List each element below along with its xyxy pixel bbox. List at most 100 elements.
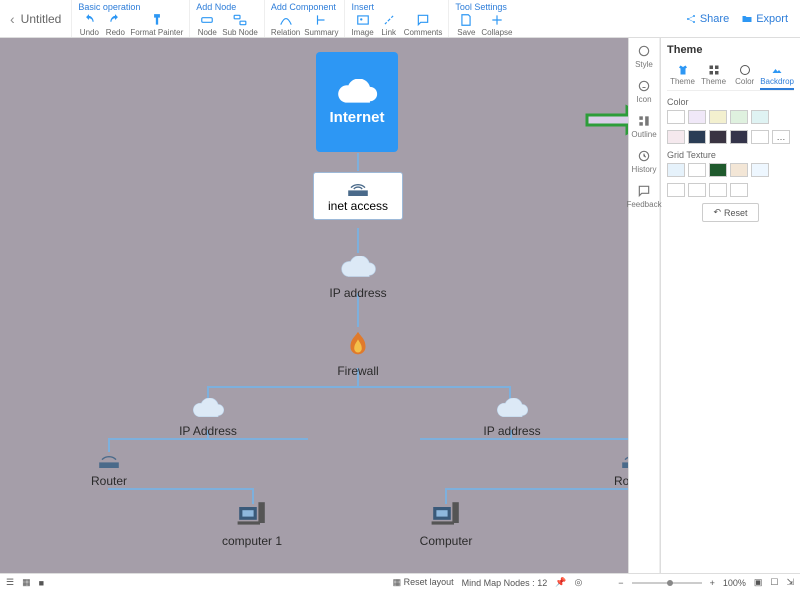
share-icon [685,13,697,25]
color-swatch[interactable] [688,130,706,144]
group-basic-label: Basic operation [78,2,183,12]
color-swatch[interactable] [667,130,685,144]
tab-color[interactable]: Color [729,62,760,90]
link-button[interactable]: Link [378,13,400,37]
color-swatch[interactable] [730,110,748,124]
node-button[interactable]: Node [196,13,218,37]
shirt-icon [677,64,689,76]
node-router-left[interactable]: Router [91,474,127,488]
color-swatch[interactable] [667,110,685,124]
image-button[interactable]: Image [351,13,373,37]
color-swatch[interactable] [730,130,748,144]
subnode-icon [233,13,247,27]
undo-button[interactable]: Undo [78,13,100,37]
outline-icon [637,114,651,128]
texture-row-1 [667,163,794,177]
fit-icon[interactable]: ▣ [754,577,763,588]
style-icon [637,44,651,58]
color-swatch[interactable] [751,110,769,124]
cloud-icon [190,398,226,422]
folder-icon [741,13,753,25]
minitab-outline[interactable]: Outline [631,114,656,139]
tab-theme-layout[interactable]: Theme [698,62,729,90]
save-icon [459,13,473,27]
texture-swatch[interactable] [709,183,727,197]
menu-icon[interactable]: ☰ [6,577,14,588]
link-icon [382,13,396,27]
export-button[interactable]: Export [741,13,788,25]
group-tool-settings: Tool Settings Save Collapse [448,0,518,37]
texture-swatch[interactable] [709,163,727,177]
nodes-count: Mind Map Nodes : 12 [462,578,548,588]
texture-swatch[interactable] [667,163,685,177]
reset-layout-button[interactable]: ▦ Reset layout [393,577,454,588]
minitab-style[interactable]: Style [635,44,653,69]
zoom-in-button[interactable]: + [710,578,715,588]
relation-button[interactable]: Relation [271,13,300,37]
expand-icon[interactable]: ⇲ [786,577,794,588]
redo-icon [108,13,122,27]
tab-theme-style[interactable]: Theme [667,62,698,90]
summary-button[interactable]: Summary [304,13,338,37]
router-icon [95,450,123,472]
texture-swatch[interactable] [667,183,685,197]
app-icon[interactable]: ■ [39,578,44,588]
format-painter-button[interactable]: Format Painter [130,13,183,37]
group-basic: Basic operation Undo Redo Format Painter [71,0,189,37]
node-internet[interactable]: Internet [316,52,398,152]
color-swatch[interactable] [709,110,727,124]
grid-icon[interactable]: ▦ [22,577,31,588]
computer-icon [430,500,462,530]
texture-swatch[interactable] [730,163,748,177]
redo-button[interactable]: Redo [104,13,126,37]
pin-icon[interactable]: 📌 [555,577,566,588]
tab-backdrop[interactable]: Backdrop [760,62,794,90]
color-swatches-row-1 [667,110,794,124]
group-add-node: Add Node Node Sub Node [189,0,264,37]
texture-row-2 [667,183,794,197]
palette-icon [739,64,751,76]
collapse-button[interactable]: Collapse [481,13,512,37]
node-computer-2[interactable]: Computer [420,534,473,548]
image-icon [356,13,370,27]
collapse-icon [490,13,504,27]
node-ip-address-1[interactable]: IP address [329,286,386,300]
comments-button[interactable]: Comments [404,13,443,37]
more-colors-button[interactable]: … [772,130,790,144]
firewall-icon [343,330,373,360]
minitab-feedback[interactable]: Feedback [626,184,661,209]
node-inet-access[interactable]: inet access [313,172,403,220]
feedback-icon [637,184,651,198]
node-computer-1[interactable]: computer 1 [222,534,282,548]
texture-swatch[interactable] [688,163,706,177]
group-tool-label: Tool Settings [455,2,512,12]
texture-swatch[interactable] [730,183,748,197]
color-section-label: Color [667,97,794,107]
minitab-history[interactable]: History [632,149,657,174]
target-icon[interactable]: ◎ [574,577,582,588]
share-button[interactable]: Share [685,13,729,25]
texture-swatch[interactable] [688,183,706,197]
smile-icon [637,79,651,93]
node-firewall[interactable]: Firewall [337,364,378,378]
backdrop-icon [771,64,783,76]
brush-icon [150,13,164,27]
color-swatch[interactable] [688,110,706,124]
back-icon[interactable]: ‹ [10,11,15,27]
fullscreen-icon[interactable]: ☐ [770,577,778,588]
minitab-icon[interactable]: Icon [636,79,651,104]
canvas[interactable]: Internet inet access IP address Firewall… [0,38,660,573]
color-swatch[interactable] [751,130,769,144]
save-button[interactable]: Save [455,13,477,37]
zoom-slider[interactable] [632,582,702,584]
zoom-out-button[interactable]: − [618,578,623,588]
node-icon [200,13,214,27]
node-ip-right[interactable]: IP address [483,424,540,438]
color-swatch[interactable] [709,130,727,144]
relation-icon [279,13,293,27]
subnode-button[interactable]: Sub Node [222,13,258,37]
reset-button[interactable]: ↶ Reset [702,203,758,222]
texture-swatch[interactable] [751,163,769,177]
node-ip-left[interactable]: IP Address [179,424,237,438]
color-swatches-row-2: … [667,130,794,144]
